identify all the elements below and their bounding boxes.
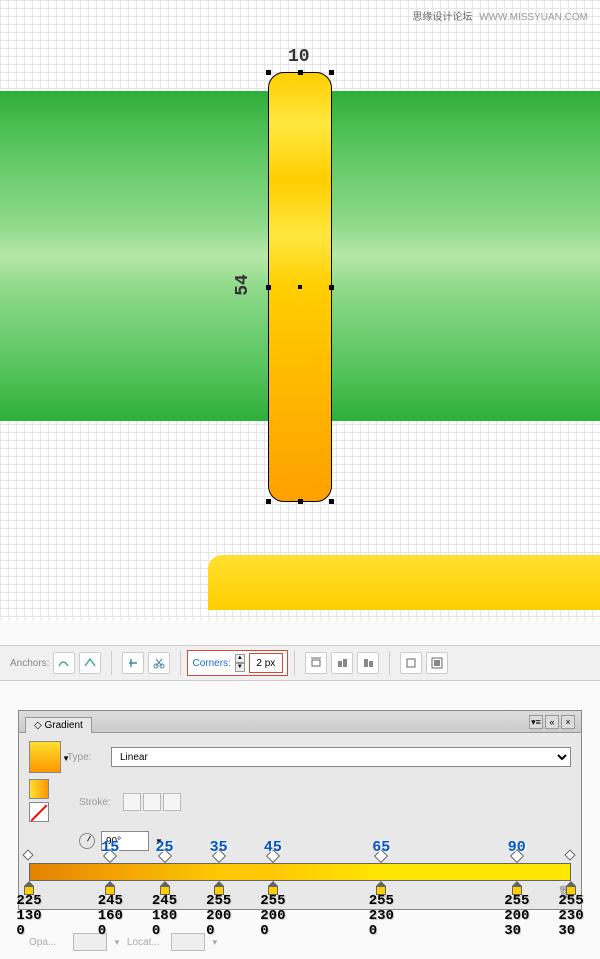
stroke-label: Stroke: [79,797,117,808]
handle-bot-mid[interactable] [298,499,303,504]
crop-btn[interactable] [426,652,448,674]
yellow-strip-shape[interactable] [208,555,600,610]
stop-position-label: 90 [508,839,526,856]
panel-titlebar[interactable]: ◇ Gradient ▾≡ « × [19,711,581,733]
rgb-values: 2451800 [152,894,177,939]
handle-mid-left[interactable] [266,285,271,290]
gradient-tab-label: Gradient [44,720,82,731]
align-btn-2[interactable] [331,652,353,674]
handle-top-mid[interactable] [298,70,303,75]
stroke-swatch-none[interactable] [29,802,49,822]
corners-input[interactable] [249,653,283,673]
separator [294,651,295,675]
rgb-values: 25523030 [558,894,583,939]
stroke-mode-2[interactable] [143,793,161,811]
watermark-url: WWW.MISSYUAN.COM [479,12,588,23]
type-label: Type: [67,752,105,763]
rgb-values: 2552000 [206,894,231,939]
opacity-stop[interactable] [564,849,575,860]
watermark: 思缘设计论坛 WWW.MISSYUAN.COM [412,8,588,23]
stroke-mode-1[interactable] [123,793,141,811]
control-toolbar: Anchors: Corners: ▲ ▼ [0,645,600,681]
corners-stepper[interactable]: ▲ ▼ [235,654,245,672]
convert-anchor-btn-2[interactable] [79,652,101,674]
panel-close-btn[interactable]: × [561,715,575,729]
handle-top-right[interactable] [329,70,334,75]
center-point[interactable] [298,285,302,289]
gradient-panel: ◇ Gradient ▾≡ « × ▼ Type: Linear Stroke: [18,710,582,910]
separator [180,651,181,675]
height-label: 54 [233,274,253,296]
stop-position-label: 45 [264,839,282,856]
fill-swatch[interactable] [29,779,49,799]
opacity-stop[interactable] [22,849,33,860]
canvas[interactable]: 10 54 [0,0,600,620]
remove-anchor-btn[interactable] [122,652,144,674]
stepper-down[interactable]: ▼ [235,663,245,672]
stroke-mode-3[interactable] [163,793,181,811]
gradient-swatch[interactable]: ▼ [29,741,61,773]
separator [389,651,390,675]
handle-bot-left[interactable] [266,499,271,504]
stop-position-label: 35 [210,839,228,856]
type-select[interactable]: Linear [111,747,571,767]
handle-top-left[interactable] [266,70,271,75]
rgb-values: 2251300 [16,894,41,939]
separator [111,651,112,675]
isolation-btn[interactable] [400,652,422,674]
align-btn-1[interactable] [305,652,327,674]
stop-position-label: 25 [155,839,173,856]
stop-position-label: 65 [372,839,390,856]
rgb-values: 2451600 [98,894,123,939]
panel-collapse-btn[interactable]: « [545,715,559,729]
handle-mid-right[interactable] [329,285,334,290]
gradient-strip[interactable] [29,863,571,881]
align-btn-3[interactable] [357,652,379,674]
stepper-up[interactable]: ▲ [235,654,245,663]
selected-yellow-rect[interactable] [268,72,332,502]
corners-label: Corners: [192,658,230,669]
rgb-values: 25520030 [504,894,529,939]
angle-icon[interactable] [79,833,95,849]
handle-bot-right[interactable] [329,499,334,504]
stop-position-label: 15 [101,839,119,856]
panel-menu-btn[interactable]: ▾≡ [529,715,543,729]
watermark-cn: 思缘设计论坛 [412,12,472,23]
anchors-label: Anchors: [10,658,49,669]
rgb-values: 2552000 [260,894,285,939]
gradient-tab[interactable]: ◇ Gradient [25,717,92,733]
cut-path-btn[interactable] [148,652,170,674]
width-label: 10 [288,47,310,67]
swatch-dropdown-icon[interactable]: ▼ [62,754,70,763]
gradient-tab-icon: ◇ [34,720,44,731]
rgb-values: 2552300 [369,894,394,939]
convert-anchor-btn-1[interactable] [53,652,75,674]
